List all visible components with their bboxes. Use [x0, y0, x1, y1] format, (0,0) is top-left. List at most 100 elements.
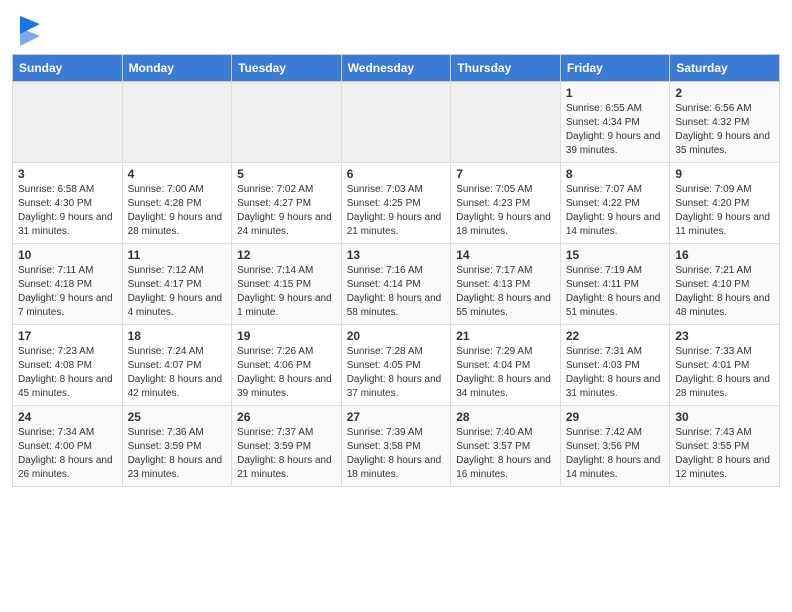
day-number: 26: [237, 410, 336, 424]
day-info: Sunrise: 7:40 AMSunset: 3:57 PMDaylight:…: [456, 426, 555, 482]
calendar-header-tuesday: Tuesday: [232, 55, 342, 82]
day-number: 19: [237, 329, 336, 343]
day-number: 25: [128, 410, 227, 424]
day-info: Sunrise: 6:55 AMSunset: 4:34 PMDaylight:…: [566, 102, 665, 158]
day-info: Sunrise: 7:21 AMSunset: 4:10 PMDaylight:…: [675, 264, 774, 320]
day-info: Sunrise: 7:19 AMSunset: 4:11 PMDaylight:…: [566, 264, 665, 320]
calendar-cell: 14 Sunrise: 7:17 AMSunset: 4:13 PMDayligh…: [451, 244, 561, 325]
calendar-cell: [451, 82, 561, 163]
day-info: Sunrise: 7:00 AMSunset: 4:28 PMDaylight:…: [128, 183, 227, 239]
calendar-cell: 3 Sunrise: 6:58 AMSunset: 4:30 PMDaylight…: [13, 163, 123, 244]
day-number: 22: [566, 329, 665, 343]
calendar-cell: 25 Sunrise: 7:36 AMSunset: 3:59 PMDayligh…: [122, 406, 232, 487]
day-info: Sunrise: 7:37 AMSunset: 3:59 PMDaylight:…: [237, 426, 336, 482]
day-number: 21: [456, 329, 555, 343]
calendar-week-row: 17 Sunrise: 7:23 AMSunset: 4:08 PMDayligh…: [13, 325, 780, 406]
calendar-cell: 4 Sunrise: 7:00 AMSunset: 4:28 PMDaylight…: [122, 163, 232, 244]
day-info: Sunrise: 7:11 AMSunset: 4:18 PMDaylight:…: [18, 264, 117, 320]
calendar-cell: 26 Sunrise: 7:37 AMSunset: 3:59 PMDayligh…: [232, 406, 342, 487]
day-number: 11: [128, 248, 227, 262]
page-header: [0, 0, 792, 54]
calendar-cell: 30 Sunrise: 7:43 AMSunset: 3:55 PMDayligh…: [670, 406, 780, 487]
day-number: 20: [347, 329, 446, 343]
calendar-cell: [122, 82, 232, 163]
calendar-cell: [232, 82, 342, 163]
day-number: 29: [566, 410, 665, 424]
day-info: Sunrise: 7:39 AMSunset: 3:58 PMDaylight:…: [347, 426, 446, 482]
logo-icon: [20, 16, 40, 46]
day-info: Sunrise: 7:36 AMSunset: 3:59 PMDaylight:…: [128, 426, 227, 482]
calendar-cell: [13, 82, 123, 163]
day-info: Sunrise: 7:14 AMSunset: 4:15 PMDaylight:…: [237, 264, 336, 320]
calendar-cell: 1 Sunrise: 6:55 AMSunset: 4:34 PMDaylight…: [560, 82, 670, 163]
day-number: 3: [18, 167, 117, 181]
day-number: 2: [675, 86, 774, 100]
calendar-header-sunday: Sunday: [13, 55, 123, 82]
day-info: Sunrise: 7:33 AMSunset: 4:01 PMDaylight:…: [675, 345, 774, 401]
calendar-cell: 15Sunrise: 7:19 AMSunset: 4:11 PMDayligh…: [560, 244, 670, 325]
logo: [20, 16, 44, 46]
day-info: Sunrise: 7:09 AMSunset: 4:20 PMDaylight:…: [675, 183, 774, 239]
calendar-header-wednesday: Wednesday: [341, 55, 451, 82]
calendar-cell: 29 Sunrise: 7:42 AMSunset: 3:56 PMDayligh…: [560, 406, 670, 487]
day-number: 6: [347, 167, 446, 181]
day-number: 16: [675, 248, 774, 262]
day-number: 13: [347, 248, 446, 262]
calendar-week-row: 1 Sunrise: 6:55 AMSunset: 4:34 PMDaylight…: [13, 82, 780, 163]
calendar-cell: [341, 82, 451, 163]
day-number: 17: [18, 329, 117, 343]
calendar-header-thursday: Thursday: [451, 55, 561, 82]
calendar-cell: 13 Sunrise: 7:16 AMSunset: 4:14 PMDayligh…: [341, 244, 451, 325]
day-number: 9: [675, 167, 774, 181]
calendar-week-row: 10 Sunrise: 7:11 AMSunset: 4:18 PMDayligh…: [13, 244, 780, 325]
calendar-cell: 8 Sunrise: 7:07 AMSunset: 4:22 PMDaylight…: [560, 163, 670, 244]
calendar-cell: 24 Sunrise: 7:34 AMSunset: 4:00 PMDayligh…: [13, 406, 123, 487]
day-info: Sunrise: 7:16 AMSunset: 4:14 PMDaylight:…: [347, 264, 446, 320]
calendar-header-monday: Monday: [122, 55, 232, 82]
day-info: Sunrise: 6:58 AMSunset: 4:30 PMDaylight:…: [18, 183, 117, 239]
day-number: 27: [347, 410, 446, 424]
day-number: 4: [128, 167, 227, 181]
calendar-cell: 10 Sunrise: 7:11 AMSunset: 4:18 PMDayligh…: [13, 244, 123, 325]
day-number: 30: [675, 410, 774, 424]
day-number: 7: [456, 167, 555, 181]
day-number: 8: [566, 167, 665, 181]
day-info: Sunrise: 7:42 AMSunset: 3:56 PMDaylight:…: [566, 426, 665, 482]
calendar-cell: 27 Sunrise: 7:39 AMSunset: 3:58 PMDayligh…: [341, 406, 451, 487]
calendar-table: SundayMondayTuesdayWednesdayThursdayFrid…: [12, 54, 780, 487]
day-info: Sunrise: 7:07 AMSunset: 4:22 PMDaylight:…: [566, 183, 665, 239]
calendar-cell: 19 Sunrise: 7:26 AMSunset: 4:06 PMDayligh…: [232, 325, 342, 406]
day-number: 28: [456, 410, 555, 424]
calendar-cell: 11 Sunrise: 7:12 AMSunset: 4:17 PMDayligh…: [122, 244, 232, 325]
day-number: 14: [456, 248, 555, 262]
calendar-header-row: SundayMondayTuesdayWednesdayThursdayFrid…: [13, 55, 780, 82]
calendar-header-saturday: Saturday: [670, 55, 780, 82]
day-info: Sunrise: 7:02 AMSunset: 4:27 PMDaylight:…: [237, 183, 336, 239]
calendar-cell: 7Sunrise: 7:05 AMSunset: 4:23 PMDaylight…: [451, 163, 561, 244]
day-number: 5: [237, 167, 336, 181]
day-info: Sunrise: 7:17 AMSunset: 4:13 PMDaylight:…: [456, 264, 555, 320]
calendar-cell: 28 Sunrise: 7:40 AMSunset: 3:57 PMDayligh…: [451, 406, 561, 487]
day-number: 10: [18, 248, 117, 262]
day-info: Sunrise: 7:43 AMSunset: 3:55 PMDaylight:…: [675, 426, 774, 482]
calendar-cell: 17 Sunrise: 7:23 AMSunset: 4:08 PMDayligh…: [13, 325, 123, 406]
day-info: Sunrise: 7:23 AMSunset: 4:08 PMDaylight:…: [18, 345, 117, 401]
day-number: 23: [675, 329, 774, 343]
calendar-week-row: 3 Sunrise: 6:58 AMSunset: 4:30 PMDaylight…: [13, 163, 780, 244]
day-number: 1: [566, 86, 665, 100]
day-info: Sunrise: 7:34 AMSunset: 4:00 PMDaylight:…: [18, 426, 117, 482]
calendar-cell: 2Sunrise: 6:56 AMSunset: 4:32 PMDaylight…: [670, 82, 780, 163]
calendar-cell: 23 Sunrise: 7:33 AMSunset: 4:01 PMDayligh…: [670, 325, 780, 406]
calendar-header-friday: Friday: [560, 55, 670, 82]
calendar-week-row: 24 Sunrise: 7:34 AMSunset: 4:00 PMDayligh…: [13, 406, 780, 487]
calendar-cell: 12 Sunrise: 7:14 AMSunset: 4:15 PMDayligh…: [232, 244, 342, 325]
day-info: Sunrise: 7:26 AMSunset: 4:06 PMDaylight:…: [237, 345, 336, 401]
calendar-cell: 6 Sunrise: 7:03 AMSunset: 4:25 PMDaylight…: [341, 163, 451, 244]
day-number: 24: [18, 410, 117, 424]
calendar-container: SundayMondayTuesdayWednesdayThursdayFrid…: [0, 54, 792, 499]
calendar-cell: 9 Sunrise: 7:09 AMSunset: 4:20 PMDaylight…: [670, 163, 780, 244]
day-number: 12: [237, 248, 336, 262]
day-info: Sunrise: 7:03 AMSunset: 4:25 PMDaylight:…: [347, 183, 446, 239]
day-info: Sunrise: 7:12 AMSunset: 4:17 PMDaylight:…: [128, 264, 227, 320]
day-info: Sunrise: 7:28 AMSunset: 4:05 PMDaylight:…: [347, 345, 446, 401]
